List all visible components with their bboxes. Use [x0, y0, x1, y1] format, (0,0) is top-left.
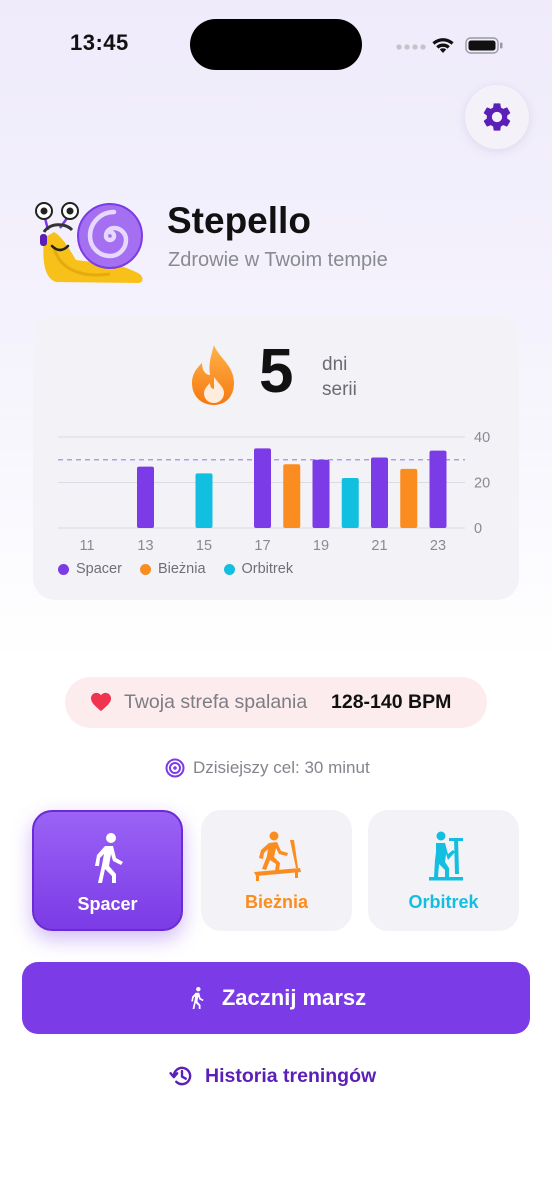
- daily-goal: Dzisiejszy cel: 30 minut: [165, 758, 370, 778]
- chart-x-tick-label: 19: [313, 538, 329, 554]
- streak-unit: dni serii: [322, 352, 357, 402]
- activity-bieznia-label: Bieżnia: [244, 892, 309, 912]
- legend-dot-bieznia: [139, 563, 151, 575]
- chart-bar-bieżnia: [400, 468, 418, 528]
- target-icon: [165, 758, 185, 778]
- status-bar: 13:45: [0, 0, 552, 90]
- start-walk-label: Zacznij marsz: [221, 985, 367, 1010]
- streak-count: 5: [259, 337, 294, 406]
- daily-goal-text: Dzisiejszy cel: 30 minut: [193, 758, 370, 777]
- activity-orbitrek-button[interactable]: Orbitrek: [368, 810, 519, 931]
- chart-bar-spacer: [371, 457, 388, 528]
- history-clock-icon: [169, 1066, 192, 1086]
- wifi-icon: [432, 38, 454, 53]
- snail-logo-icon: [35, 202, 143, 283]
- burn-zone-label: Twoja strefa spalania: [124, 691, 308, 713]
- chart-x-tick-label: 23: [430, 538, 446, 554]
- cellular-signal-icon: [396, 44, 426, 50]
- walking-person-icon: [191, 987, 204, 1009]
- chart-legend: Spacer Bieżnia Orbitrek: [58, 561, 293, 577]
- chart-y-tick-label: 0: [474, 521, 482, 537]
- streak-card: 5 dni serii 40 20 0 11 13 15 17 19 21 23 Spacer B…: [33, 315, 519, 600]
- settings-button[interactable]: [465, 85, 529, 149]
- chart-x-tick-label: 21: [371, 538, 387, 554]
- status-icons: [396, 37, 503, 54]
- chart-bar-bieżnia: [283, 464, 301, 528]
- dynamic-island: [190, 19, 362, 70]
- activity-spacer-button[interactable]: Spacer: [32, 810, 183, 931]
- activity-spacer-label: Spacer: [77, 894, 138, 914]
- burn-zone-pill: Twoja strefa spalania 128-140 BPM: [65, 677, 487, 728]
- workout-history-link[interactable]: Historia treningów: [169, 1063, 376, 1089]
- start-walk-button[interactable]: Zacznij marsz: [22, 962, 530, 1034]
- status-time: 13:45: [70, 30, 129, 55]
- chart-bar-spacer: [312, 459, 330, 528]
- legend-label-bieznia: Bieżnia: [157, 561, 206, 577]
- chart-x-tick-label: 15: [196, 538, 212, 554]
- chart-y-tick-label: 20: [474, 476, 490, 492]
- chart-bar-orbitrek: [341, 477, 359, 528]
- legend-dot-spacer: [58, 563, 69, 575]
- app-title: Stepello: [167, 200, 311, 241]
- chart-bar-spacer: [429, 450, 447, 528]
- flame-icon: [192, 345, 234, 405]
- legend-label-orbitrek: Orbitrek: [241, 561, 294, 577]
- elliptical-icon: [428, 831, 463, 881]
- heart-icon: [91, 692, 111, 712]
- legend-item-orbitrek: Orbitrek: [223, 561, 294, 577]
- chart-x-tick-label: 11: [79, 538, 94, 554]
- app-subtitle: Zdrowie w Twoim tempie: [168, 249, 388, 271]
- legend-label-spacer: Spacer: [76, 561, 122, 577]
- walking-person-icon: [94, 833, 123, 883]
- legend-item-spacer: Spacer: [58, 561, 122, 577]
- chart-bar-orbitrek: [195, 473, 213, 528]
- chart-x-tick-label: 13: [137, 538, 153, 554]
- chart-bar-spacer: [254, 448, 271, 528]
- legend-item-bieznia: Bieżnia: [139, 561, 206, 577]
- streak-unit-line2: serii: [322, 379, 357, 400]
- chart-y-tick-label: 40: [474, 430, 490, 446]
- activity-orbitrek-label: Orbitrek: [408, 892, 479, 912]
- activity-bieznia-button[interactable]: Bieżnia: [201, 810, 352, 931]
- chart-x-tick-label: 17: [254, 538, 270, 554]
- chart-bar-spacer: [137, 466, 154, 528]
- workout-history-label: Historia treningów: [205, 1064, 377, 1087]
- legend-dot-orbitrek: [223, 563, 235, 575]
- gear-icon: [483, 103, 511, 131]
- treadmill-icon: [253, 831, 301, 881]
- activity-chart: 40 20 0 11 13 15 17 19 21 23: [58, 430, 490, 554]
- battery-icon: [465, 37, 503, 54]
- streak-unit-line1: dni: [322, 354, 348, 375]
- burn-zone-value: 128-140 BPM: [331, 691, 452, 713]
